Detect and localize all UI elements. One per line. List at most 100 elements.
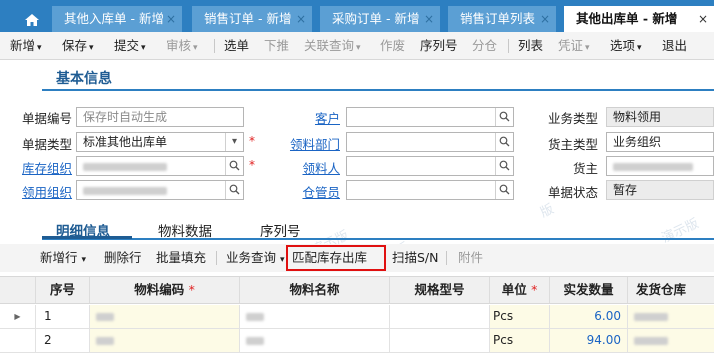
- tab-purchase-order-new[interactable]: 采购订单 - 新增 ×: [320, 6, 440, 32]
- bill-no-label: 单据编号: [22, 111, 73, 126]
- cell-seq: 1: [36, 305, 90, 328]
- submit-button[interactable]: 提交 ▾: [114, 32, 146, 60]
- home-icon[interactable]: [18, 9, 46, 31]
- voucher-button[interactable]: 凭证 ▾: [558, 32, 590, 60]
- col-spec[interactable]: 规格型号: [390, 277, 490, 303]
- col-material-code[interactable]: 物料编码 *: [90, 277, 240, 303]
- attachment-button[interactable]: 附件: [458, 244, 483, 272]
- related-query-button[interactable]: 关联查询 ▾: [304, 32, 361, 60]
- save-button[interactable]: 保存 ▾: [62, 32, 94, 60]
- active-tab-indicator: [42, 236, 132, 239]
- search-icon[interactable]: [495, 133, 513, 151]
- cell-unit[interactable]: Pcs: [490, 329, 550, 352]
- owner-field[interactable]: [606, 156, 714, 176]
- tab-sales-order-list[interactable]: 销售订单列表 ×: [448, 6, 556, 32]
- cell-warehouse[interactable]: [628, 329, 714, 352]
- cell-material-code[interactable]: [90, 329, 240, 352]
- options-button[interactable]: 选项 ▾: [610, 32, 642, 60]
- warehouse-keeper-label[interactable]: 仓管员: [286, 182, 340, 201]
- search-icon[interactable]: [225, 181, 243, 199]
- detail-tab-divider: [42, 238, 714, 240]
- section-title-basic-info[interactable]: 基本信息: [56, 68, 112, 88]
- search-icon[interactable]: [225, 157, 243, 175]
- col-material-name[interactable]: 物料名称: [240, 277, 390, 303]
- col-unit[interactable]: 单位 *: [490, 277, 550, 303]
- void-button[interactable]: 作废: [380, 32, 405, 60]
- batch-fill-button[interactable]: 批量填充: [156, 244, 206, 272]
- chevron-down-icon[interactable]: ▾: [225, 133, 243, 151]
- caret-down-icon: ▾: [193, 43, 198, 53]
- search-icon[interactable]: [495, 108, 513, 126]
- row-indicator-header: [0, 277, 36, 303]
- cell-warehouse[interactable]: [628, 305, 714, 328]
- business-query-button[interactable]: 业务查询 ▾: [226, 244, 285, 272]
- delete-row-button[interactable]: 删除行: [104, 244, 142, 272]
- search-icon[interactable]: [495, 181, 513, 199]
- watermark: 版: [538, 201, 557, 221]
- stock-org-field[interactable]: [76, 156, 244, 176]
- customer-field[interactable]: [346, 107, 514, 127]
- main-toolbar: 新增 ▾ 保存 ▾ 提交 ▾ 审核 ▾ 选单 下推 关联查询 ▾ 作废 序列号 分仓 列表…: [0, 32, 714, 60]
- search-icon[interactable]: [495, 157, 513, 175]
- warehouse-keeper-field[interactable]: [346, 180, 514, 200]
- cell-actual-qty[interactable]: 94.00: [550, 329, 628, 352]
- owner-type-label: 货主类型: [547, 137, 598, 152]
- select-bill-button[interactable]: 选单: [224, 32, 249, 60]
- col-seq[interactable]: 序号: [36, 277, 90, 303]
- blurred-value: [613, 162, 693, 171]
- col-warehouse[interactable]: 发货仓库: [628, 277, 714, 303]
- caret-down-icon: ▾: [37, 43, 42, 53]
- picker-field[interactable]: [346, 156, 514, 176]
- caret-down-icon: ▾: [280, 255, 285, 265]
- customer-label[interactable]: 客户: [296, 108, 340, 127]
- cell-material-name[interactable]: [240, 305, 390, 328]
- cell-spec[interactable]: [390, 329, 490, 352]
- cell-spec[interactable]: [390, 305, 490, 328]
- owner-type-field[interactable]: 业务组织: [606, 132, 714, 152]
- close-icon[interactable]: ×: [296, 6, 306, 32]
- required-mark: *: [249, 134, 255, 148]
- picking-dept-field[interactable]: [346, 132, 514, 152]
- use-org-field[interactable]: [76, 180, 244, 200]
- tab-material-data[interactable]: 物料数据: [158, 220, 212, 240]
- add-row-button[interactable]: 新增行 ▾: [40, 244, 86, 272]
- toolbar-divider: [214, 39, 215, 53]
- biz-type-field[interactable]: 物料领用: [606, 107, 714, 127]
- serial-number-button[interactable]: 序列号: [420, 32, 458, 60]
- tab-other-outbound-new[interactable]: 其他出库单 - 新增 ×: [564, 6, 714, 32]
- close-icon[interactable]: ×: [166, 6, 176, 32]
- close-icon[interactable]: ×: [424, 6, 434, 32]
- cell-unit[interactable]: Pcs: [490, 305, 550, 328]
- status-field: 暂存: [606, 180, 714, 200]
- table-row[interactable]: ▶ 1 Pcs 6.00: [0, 305, 714, 329]
- picking-dept-label[interactable]: 领料部门: [286, 134, 340, 153]
- tab-sales-order-new[interactable]: 销售订单 - 新增 ×: [192, 6, 312, 32]
- bill-no-field[interactable]: 保存时自动生成: [76, 107, 244, 127]
- tab-serial-number[interactable]: 序列号: [260, 220, 301, 240]
- toolbar-divider: [508, 39, 509, 53]
- close-icon[interactable]: ×: [698, 6, 708, 32]
- table-row[interactable]: 2 Pcs 94.00: [0, 329, 714, 353]
- push-down-button[interactable]: 下推: [264, 32, 289, 60]
- picker-label[interactable]: 领料人: [286, 158, 340, 177]
- close-icon[interactable]: ×: [540, 6, 550, 32]
- blurred-value: [83, 162, 167, 171]
- blurred-value: [246, 312, 264, 321]
- list-button[interactable]: 列表: [518, 32, 543, 60]
- cell-material-code[interactable]: [90, 305, 240, 328]
- caret-down-icon: ▾: [81, 255, 87, 265]
- exit-button[interactable]: 退出: [662, 32, 687, 60]
- col-actual-qty[interactable]: 实发数量: [550, 277, 628, 303]
- tab-other-inbound[interactable]: 其他入库单 - 新增 ×: [52, 6, 182, 32]
- scan-sn-button[interactable]: 扫描S/N: [392, 244, 439, 272]
- stock-org-label[interactable]: 库存组织: [22, 158, 72, 177]
- cell-actual-qty[interactable]: 6.00: [550, 305, 628, 328]
- audit-button[interactable]: 审核 ▾: [166, 32, 198, 60]
- cell-material-name[interactable]: [240, 329, 390, 352]
- bill-type-select[interactable]: 标准其他出库单 ▾: [76, 132, 244, 152]
- split-warehouse-button[interactable]: 分仓: [472, 32, 497, 60]
- blurred-value: [96, 312, 114, 321]
- blurred-value: [634, 336, 668, 345]
- use-org-label[interactable]: 领用组织: [22, 182, 72, 201]
- new-button[interactable]: 新增 ▾: [10, 32, 42, 60]
